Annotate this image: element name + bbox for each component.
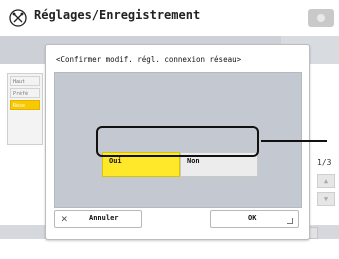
dot-icon (317, 14, 325, 22)
enter-corner-icon (287, 218, 293, 224)
callout-line (261, 140, 327, 142)
dialog-title: <Confirmer modif. régl. connexion réseau… (56, 55, 242, 64)
tools-circle-icon (9, 9, 27, 27)
ok-label: OK (248, 214, 257, 222)
page-title: Réglages/Enregistrement (34, 8, 201, 22)
choice-highlight-outline (96, 126, 259, 157)
scroll-up-button[interactable]: ▲ (317, 174, 335, 188)
header: Réglages/Enregistrement (0, 0, 339, 36)
top-right-button[interactable] (308, 9, 334, 27)
background-tab-list: Haut Préfé Rése (7, 73, 43, 145)
cancel-label: Annuler (89, 214, 119, 222)
scroll-down-button[interactable]: ▼ (317, 192, 335, 206)
background-tab-haut[interactable]: Haut (10, 76, 40, 86)
screen: Réglages/Enregistrement Haut Préfé Rése … (0, 0, 339, 259)
background-tab-reseau[interactable]: Rése (10, 100, 40, 110)
cancel-button[interactable]: × Annuler (54, 210, 142, 228)
page-indicator: 1/3 (317, 158, 332, 167)
ok-button[interactable]: OK (210, 210, 299, 228)
background-tab-preferences[interactable]: Préfé (10, 88, 40, 98)
close-icon: × (61, 212, 68, 225)
